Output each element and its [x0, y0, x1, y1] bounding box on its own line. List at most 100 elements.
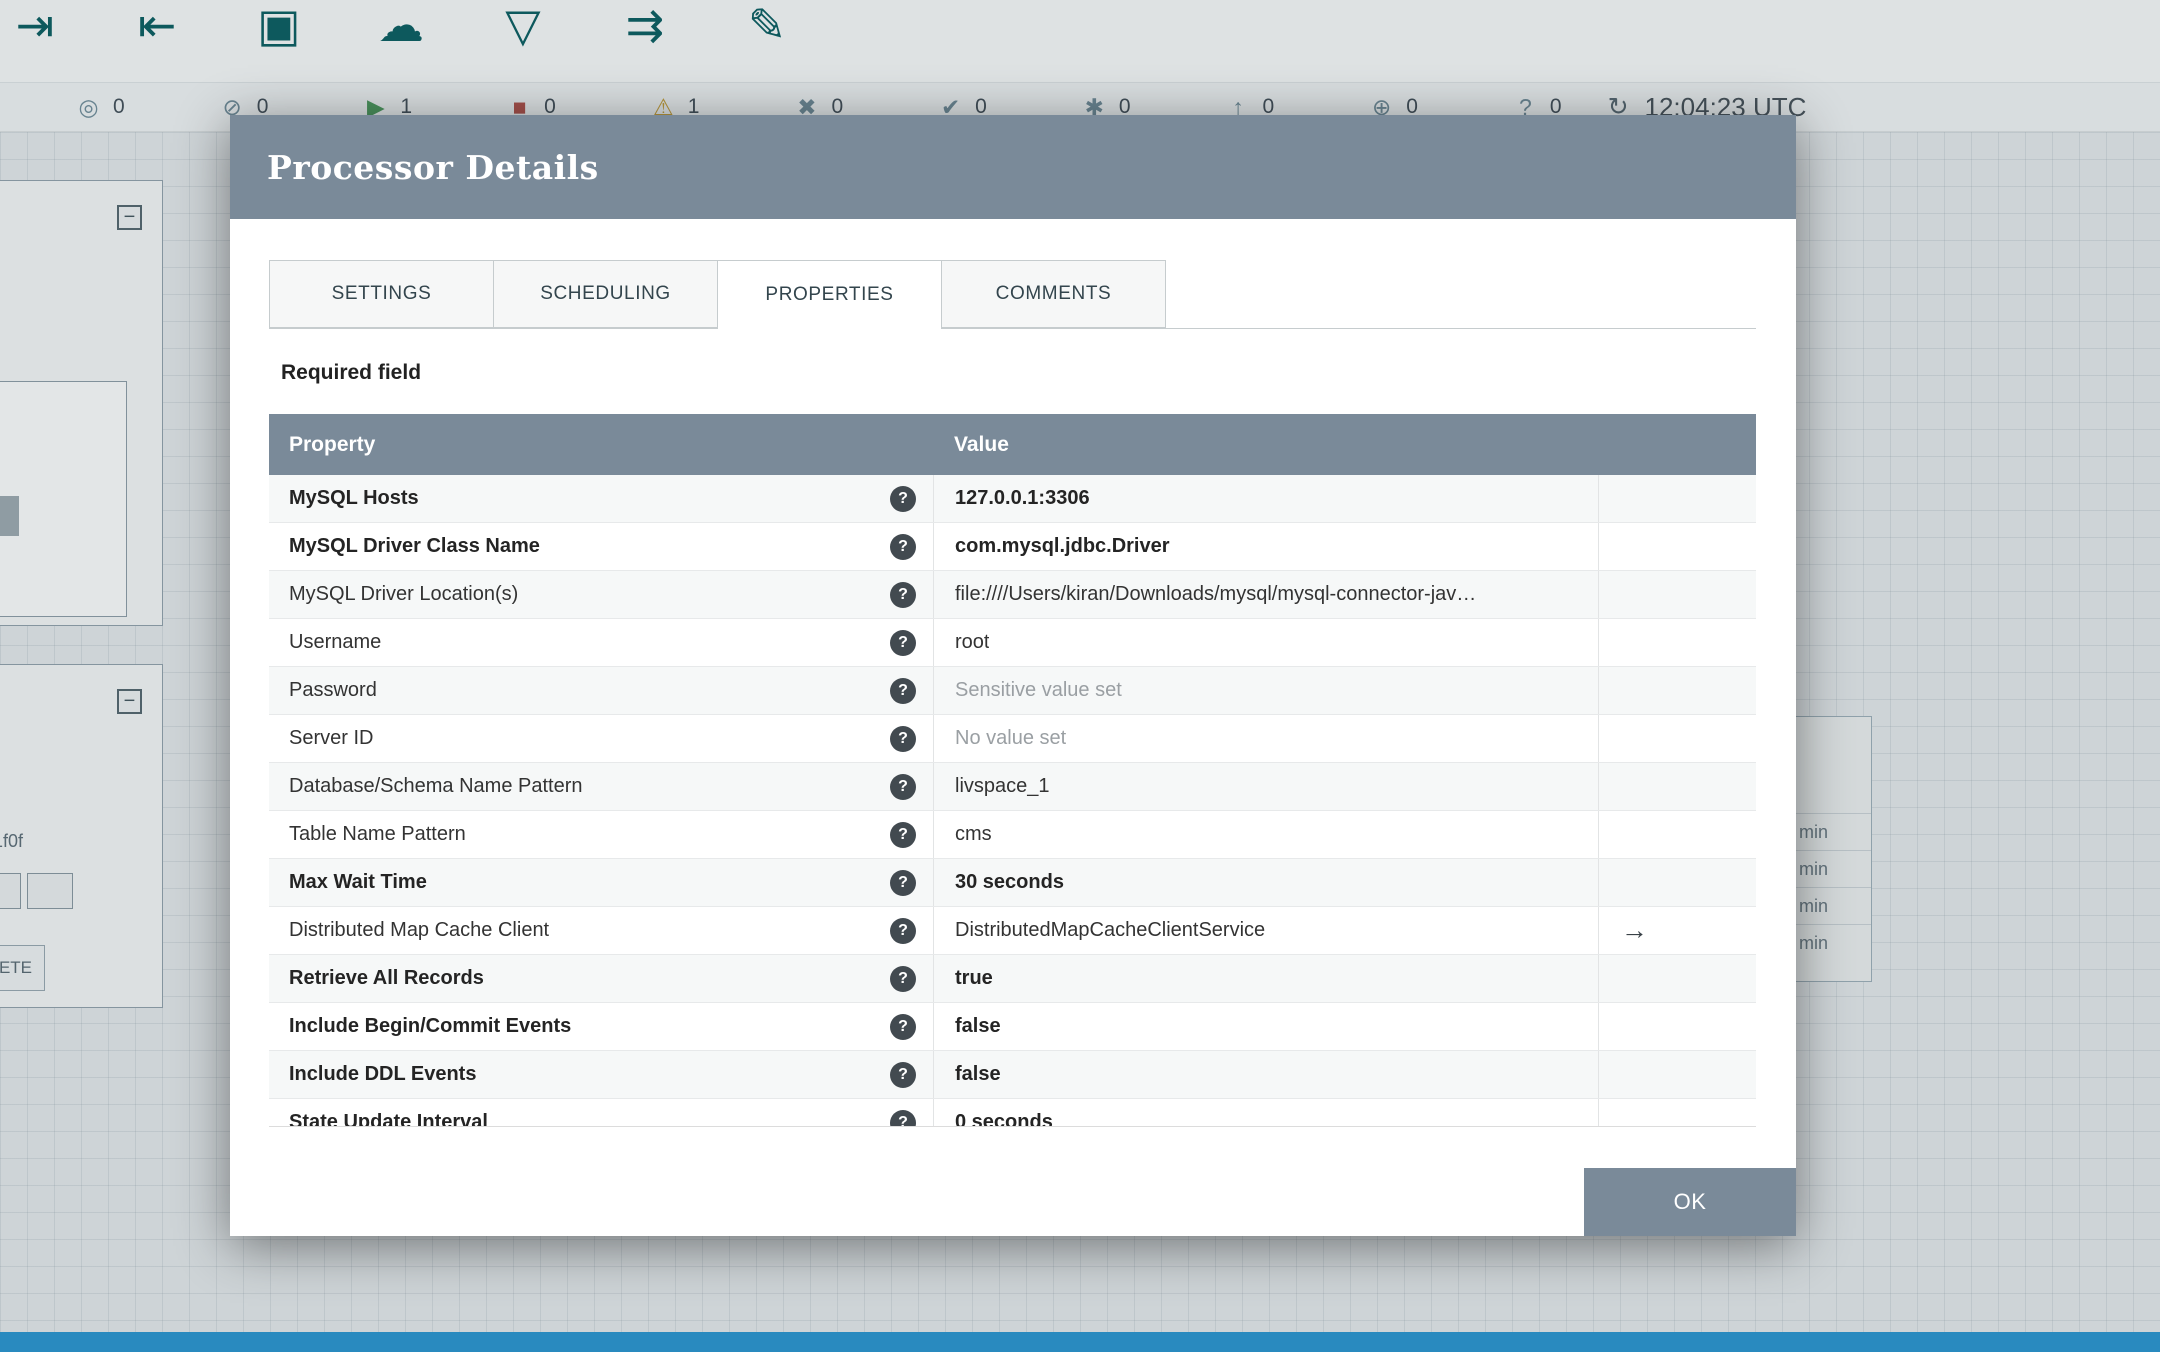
property-name: Distributed Map Cache Client [289, 919, 549, 942]
property-value: file:////Users/kiran/Downloads/mysql/mys… [955, 583, 1476, 606]
action-cell: → [1598, 571, 1756, 618]
property-name: Table Name Pattern [289, 823, 466, 846]
required-field-note: Required field [281, 361, 421, 385]
help-icon[interactable]: ? [890, 774, 916, 800]
action-cell: → [1598, 667, 1756, 714]
value-cell: 30 seconds [933, 859, 1598, 906]
value-cell: No value set [933, 715, 1598, 762]
help-icon[interactable]: ? [890, 966, 916, 992]
dialog-tab[interactable]: SETTINGS [269, 260, 494, 328]
help-icon[interactable]: ? [890, 486, 916, 512]
tab-label: SCHEDULING [540, 283, 671, 305]
tab-label: PROPERTIES [765, 284, 893, 306]
property-cell: Max Wait Time ? [269, 859, 933, 906]
property-name: Password [289, 679, 377, 702]
property-row: Table Name Pattern ? cms → [269, 811, 1756, 859]
property-cell: Username ? [269, 619, 933, 666]
property-cell: Table Name Pattern ? [269, 811, 933, 858]
action-cell: → [1598, 811, 1756, 858]
action-cell: → [1598, 523, 1756, 570]
dialog-tab[interactable]: COMMENTS [941, 260, 1166, 328]
value-cell: com.mysql.jdbc.Driver [933, 523, 1598, 570]
go-to-service-icon[interactable]: → [1621, 915, 1648, 946]
dialog-tab[interactable]: PROPERTIES [717, 260, 942, 329]
property-row: Retrieve All Records ? true → [269, 955, 1756, 1003]
property-name: Include DDL Events [289, 1063, 476, 1086]
help-icon[interactable]: ? [890, 1014, 916, 1040]
help-icon[interactable]: ? [890, 1062, 916, 1088]
value-cell: file:////Users/kiran/Downloads/mysql/mys… [933, 571, 1598, 618]
property-row: Include Begin/Commit Events ? false → [269, 1003, 1756, 1051]
help-icon[interactable]: ? [890, 1110, 916, 1128]
dialog-title: Processor Details [267, 148, 599, 187]
property-cell: MySQL Driver Location(s) ? [269, 571, 933, 618]
property-value: 30 seconds [955, 871, 1064, 894]
property-name: Max Wait Time [289, 871, 427, 894]
value-cell: root [933, 619, 1598, 666]
action-cell: → [1598, 1099, 1756, 1127]
property-value: Sensitive value set [955, 679, 1122, 702]
help-icon[interactable]: ? [890, 630, 916, 656]
property-name: Include Begin/Commit Events [289, 1015, 571, 1038]
property-name: MySQL Driver Location(s) [289, 583, 518, 606]
action-cell: → [1598, 475, 1756, 522]
property-column-header: Property [269, 433, 933, 457]
ok-button[interactable]: OK [1584, 1168, 1796, 1236]
help-icon[interactable]: ? [890, 582, 916, 608]
property-name: Retrieve All Records [289, 967, 484, 990]
help-icon[interactable]: ? [890, 678, 916, 704]
table-header-row: Property Value [269, 414, 1756, 475]
property-cell: Password ? [269, 667, 933, 714]
value-cell: cms [933, 811, 1598, 858]
property-cell: Retrieve All Records ? [269, 955, 933, 1002]
properties-table[interactable]: Property Value MySQL Hosts ? 127.0.0.1:3… [269, 414, 1756, 1127]
help-icon[interactable]: ? [890, 822, 916, 848]
dialog-tabs: SETTINGS SCHEDULING PROPERTIES COMMENTS [269, 260, 1756, 329]
property-row: Include DDL Events ? false → [269, 1051, 1756, 1099]
action-cell: → [1598, 1003, 1756, 1050]
property-row: Database/Schema Name Pattern ? livspace_… [269, 763, 1756, 811]
property-cell: Server ID ? [269, 715, 933, 762]
property-row: State Update Interval ? 0 seconds → [269, 1099, 1756, 1127]
property-value: No value set [955, 727, 1066, 750]
action-cell: → [1598, 715, 1756, 762]
property-cell: Include DDL Events ? [269, 1051, 933, 1098]
tabs-underline [269, 328, 1756, 329]
value-cell: DistributedMapCacheClientService [933, 907, 1598, 954]
action-cell: → [1598, 859, 1756, 906]
value-cell: 127.0.0.1:3306 [933, 475, 1598, 522]
help-icon[interactable]: ? [890, 534, 916, 560]
help-icon[interactable]: ? [890, 870, 916, 896]
property-name: Username [289, 631, 381, 654]
dialog-header: Processor Details [230, 115, 1796, 219]
property-value: DistributedMapCacheClientService [955, 919, 1265, 942]
property-name: MySQL Hosts [289, 487, 419, 510]
property-name: State Update Interval [289, 1111, 488, 1127]
dialog-tab[interactable]: SCHEDULING [493, 260, 718, 328]
property-cell: State Update Interval ? [269, 1099, 933, 1127]
property-value: root [955, 631, 989, 654]
property-value: false [955, 1063, 1001, 1086]
property-cell: Include Begin/Commit Events ? [269, 1003, 933, 1050]
property-cell: Database/Schema Name Pattern ? [269, 763, 933, 810]
property-name: Server ID [289, 727, 373, 750]
property-value: false [955, 1015, 1001, 1038]
property-value: livspace_1 [955, 775, 1050, 798]
help-icon[interactable]: ? [890, 726, 916, 752]
property-value: 0 seconds [955, 1111, 1053, 1127]
value-cell: false [933, 1003, 1598, 1050]
property-value: com.mysql.jdbc.Driver [955, 535, 1170, 558]
value-cell: livspace_1 [933, 763, 1598, 810]
property-row: Password ? Sensitive value set → [269, 667, 1756, 715]
property-name: MySQL Driver Class Name [289, 535, 540, 558]
value-column-header: Value [933, 433, 1756, 457]
action-cell: → [1598, 1051, 1756, 1098]
help-icon[interactable]: ? [890, 918, 916, 944]
value-cell: true [933, 955, 1598, 1002]
property-row: Distributed Map Cache Client ? Distribut… [269, 907, 1756, 955]
value-cell: false [933, 1051, 1598, 1098]
action-cell: → [1598, 955, 1756, 1002]
value-cell: 0 seconds [933, 1099, 1598, 1127]
property-row: MySQL Hosts ? 127.0.0.1:3306 → [269, 475, 1756, 523]
processor-details-dialog: Processor Details SETTINGS SCHEDULING PR… [230, 115, 1796, 1236]
